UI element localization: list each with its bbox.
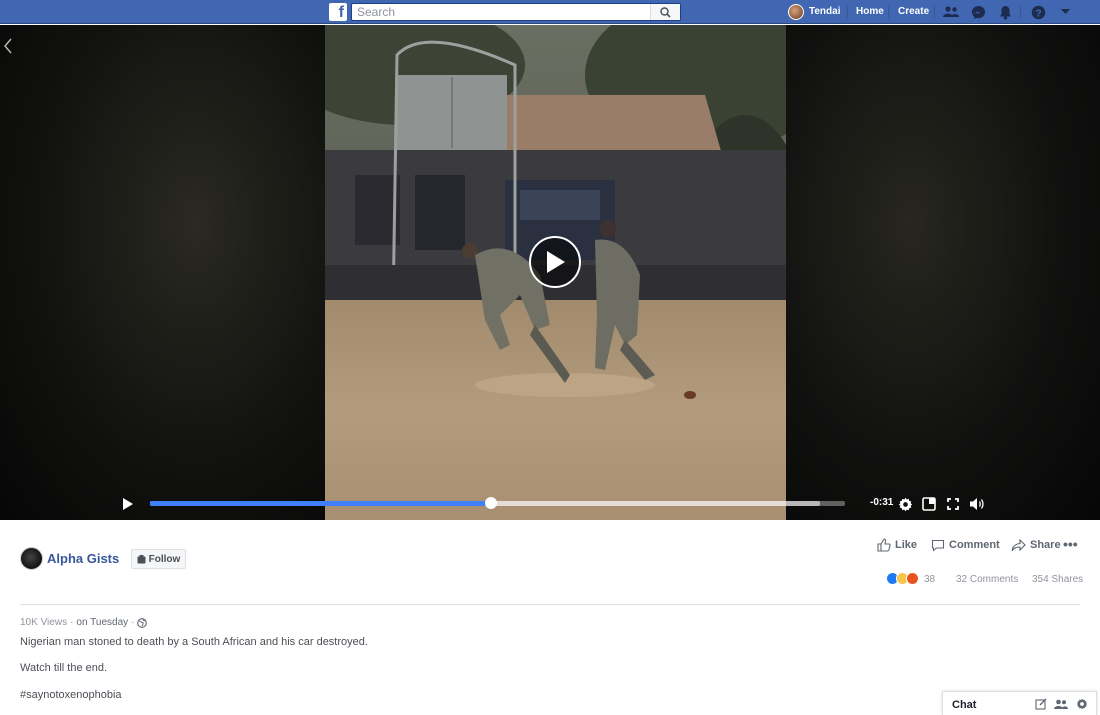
svg-text:?: ? <box>1035 8 1041 19</box>
video-played-bar <box>150 501 491 506</box>
nav-home-link[interactable]: Home <box>856 0 884 24</box>
video-scrubber-handle[interactable] <box>484 497 497 509</box>
help-icon: ? <box>1031 5 1045 19</box>
search-icon <box>660 6 671 18</box>
view-count: 10K Views <box>20 617 68 628</box>
thumbs-up-icon <box>877 538 891 552</box>
chat-bar[interactable]: Chat <box>942 691 1097 715</box>
page-name-link[interactable]: Alpha Gists <box>47 551 119 566</box>
search-input[interactable] <box>352 4 650 20</box>
follow-icon <box>137 554 146 563</box>
friend-requests-button[interactable] <box>942 3 960 21</box>
play-icon <box>547 251 565 273</box>
comment-button[interactable]: Comment <box>931 537 1000 553</box>
video-time-remaining: -0:31 <box>870 497 894 508</box>
back-arrow-icon[interactable] <box>2 37 14 55</box>
fullscreen-button[interactable] <box>945 496 961 512</box>
help-button[interactable]: ? <box>1029 3 1047 21</box>
meta-separator: · <box>131 617 135 628</box>
nav-create-link[interactable]: Create <box>898 0 929 24</box>
top-navigation-bar: f Tendai Home Create <box>0 0 1100 24</box>
post-description-line: Watch till the end. <box>20 662 108 674</box>
fullscreen-icon <box>947 498 959 510</box>
search-box <box>351 3 681 21</box>
like-button[interactable]: Like <box>877 537 917 553</box>
angry-reaction-icon <box>906 572 919 585</box>
nav-separator <box>934 6 935 18</box>
post-hashtag[interactable]: #saynotoxenophobia <box>20 689 122 701</box>
post-description-line: Nigerian man stoned to death by a South … <box>20 636 368 648</box>
meta-separator: · <box>70 617 74 628</box>
follow-label: Follow <box>148 553 181 565</box>
video-blur-left <box>0 25 325 520</box>
post-meta: 10K Views · on Tuesday · <box>20 617 148 628</box>
video-player[interactable] <box>0 25 1100 520</box>
group-icon <box>1054 699 1068 709</box>
nav-profile-link[interactable]: Tendai <box>809 0 840 24</box>
gear-icon <box>1076 698 1088 710</box>
create-group-button[interactable] <box>1054 697 1068 711</box>
volume-button[interactable] <box>969 496 985 512</box>
chat-label: Chat <box>952 699 977 711</box>
divider <box>20 604 1080 605</box>
reaction-icons[interactable] <box>886 572 919 585</box>
notifications-icon <box>999 5 1011 20</box>
play-icon[interactable] <box>121 496 135 512</box>
like-label: Like <box>895 539 918 551</box>
user-avatar[interactable] <box>788 4 804 20</box>
globe-icon <box>137 617 148 628</box>
friends-icon <box>943 6 959 17</box>
messenger-icon <box>971 5 985 19</box>
nav-separator <box>888 6 889 18</box>
picture-in-picture-button[interactable] <box>921 496 937 512</box>
share-icon <box>1011 538 1026 551</box>
reaction-count[interactable]: 38 <box>924 574 935 585</box>
messenger-button[interactable] <box>969 3 987 21</box>
follow-button[interactable]: Follow <box>131 549 186 569</box>
video-settings-button[interactable] <box>897 496 913 512</box>
comment-label: Comment <box>949 539 1000 551</box>
dropdown-arrow-icon <box>1060 9 1070 14</box>
new-message-button[interactable] <box>1034 697 1048 711</box>
nav-separator <box>1020 6 1021 18</box>
video-progress-bar[interactable] <box>150 497 845 509</box>
share-button[interactable]: Share <box>1011 537 1061 553</box>
pip-icon <box>922 497 936 511</box>
more-options-icon[interactable]: ••• <box>1063 536 1078 552</box>
post-timestamp[interactable]: on Tuesday <box>76 617 128 628</box>
gear-icon <box>898 497 912 511</box>
comment-count[interactable]: 32 Comments <box>956 574 1018 585</box>
share-count[interactable]: 354 Shares <box>1032 574 1083 585</box>
facebook-logo[interactable]: f <box>329 3 347 21</box>
page-avatar[interactable] <box>20 547 43 570</box>
share-label: Share <box>1030 539 1061 551</box>
comment-icon <box>931 539 945 552</box>
compose-icon <box>1035 698 1047 710</box>
video-controls: -0:31 <box>0 490 1100 520</box>
nav-separator <box>847 6 848 18</box>
search-button[interactable] <box>650 4 680 20</box>
chat-options-button[interactable] <box>1075 697 1089 711</box>
account-menu-button[interactable] <box>1056 3 1074 21</box>
notifications-button[interactable] <box>996 3 1014 21</box>
video-play-overlay-button[interactable] <box>529 236 581 288</box>
video-blur-right <box>786 25 1100 520</box>
volume-icon <box>970 498 984 510</box>
